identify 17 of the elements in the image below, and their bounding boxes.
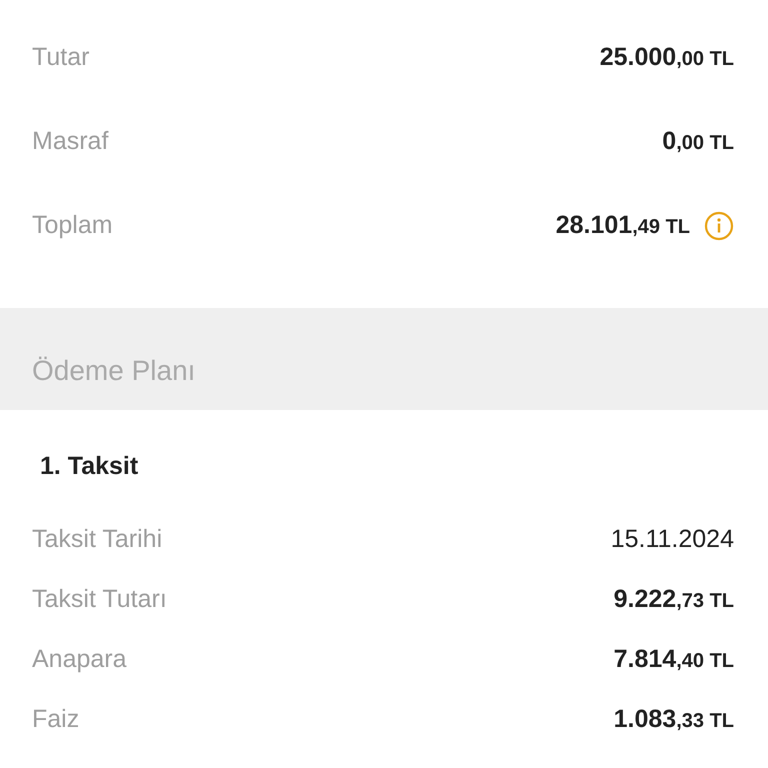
amount-value: 25.000,00 TL	[600, 42, 734, 74]
section-header: Ödeme Planı	[0, 308, 768, 410]
row-label: Faiz	[32, 704, 80, 735]
installment-title: 1. Taksit	[40, 452, 138, 480]
amount-value: 28.101,49 TL	[556, 210, 690, 242]
date-value: 15.11.2024	[610, 524, 734, 555]
row-label: Masraf	[32, 126, 108, 158]
info-icon[interactable]	[704, 211, 734, 241]
amount-value: 9.222,73 TL	[614, 584, 734, 615]
row-label: Taksit Tarihi	[32, 524, 162, 555]
row-label: Toplam	[32, 210, 113, 242]
row-label: Taksit Tutarı	[32, 584, 167, 615]
amount-value: 7.814,40 TL	[614, 644, 734, 675]
row-label: Tutar	[32, 42, 90, 74]
amount-value: 0,00 TL	[662, 126, 734, 158]
amount-value: 1.083,33 TL	[614, 704, 734, 735]
row-label: Anapara	[32, 644, 127, 675]
